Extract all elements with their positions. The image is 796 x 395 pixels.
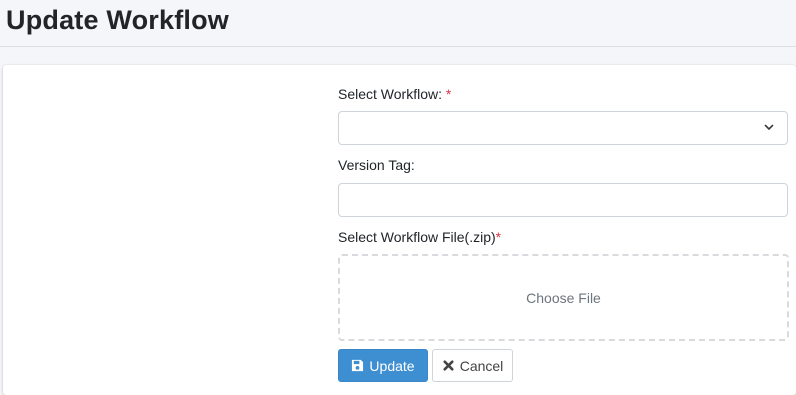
choose-file-text: Choose File	[526, 289, 601, 306]
page-header: Update Workflow	[0, 0, 796, 47]
page-title: Update Workflow	[6, 5, 230, 35]
chevron-down-icon	[764, 124, 774, 130]
file-label-text: Select Workflow File(.zip)	[338, 229, 496, 245]
version-tag-label: Version Tag:	[338, 157, 415, 173]
workflow-required-marker: *	[445, 86, 452, 102]
file-label: Select Workflow File(.zip)*	[338, 229, 501, 245]
file-dropzone[interactable]: Choose File	[338, 254, 789, 341]
workflow-label-text: Select Workflow:	[338, 86, 442, 102]
workflow-select[interactable]	[338, 111, 788, 145]
workflow-label: Select Workflow: *	[338, 86, 451, 102]
form-card: Select Workflow: * Version Tag: Select W…	[3, 65, 796, 395]
version-tag-input[interactable]	[338, 183, 788, 217]
save-icon	[352, 359, 364, 372]
cancel-button[interactable]: Cancel	[432, 349, 513, 382]
cancel-button-label: Cancel	[459, 357, 504, 374]
file-required-marker: *	[495, 229, 502, 245]
times-icon	[443, 360, 454, 371]
update-button[interactable]: Update	[338, 349, 428, 382]
update-button-label: Update	[369, 357, 415, 374]
